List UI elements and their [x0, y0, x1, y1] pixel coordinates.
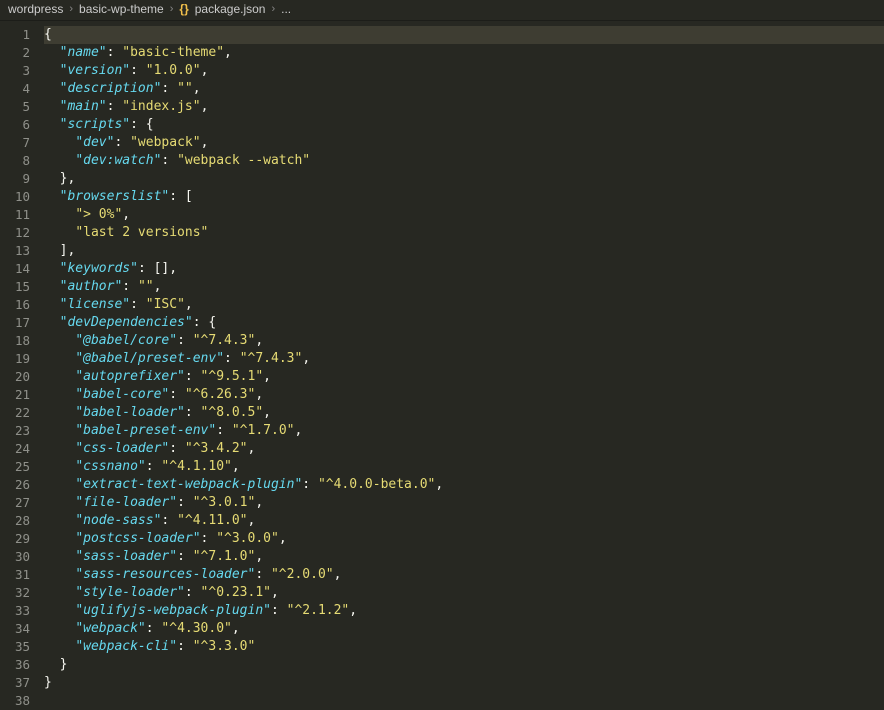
- line-number: 24: [6, 440, 30, 458]
- code-line[interactable]: "@babel/core": "^7.4.3",: [44, 332, 884, 350]
- code-line[interactable]: {: [44, 26, 884, 44]
- code-line[interactable]: "main": "index.js",: [44, 98, 884, 116]
- line-number: 23: [6, 422, 30, 440]
- line-number: 3: [6, 62, 30, 80]
- code-line[interactable]: "sass-resources-loader": "^2.0.0",: [44, 566, 884, 584]
- code-line[interactable]: "node-sass": "^4.11.0",: [44, 512, 884, 530]
- line-number-gutter: 1234567891011121314151617181920212223242…: [0, 21, 40, 707]
- code-line[interactable]: "file-loader": "^3.0.1",: [44, 494, 884, 512]
- code-line[interactable]: "> 0%",: [44, 206, 884, 224]
- code-line[interactable]: "webpack-cli": "^3.3.0": [44, 638, 884, 656]
- code-line[interactable]: "uglifyjs-webpack-plugin": "^2.1.2",: [44, 602, 884, 620]
- chevron-right-icon: ›: [271, 3, 275, 15]
- line-number: 36: [6, 656, 30, 674]
- code-line[interactable]: "postcss-loader": "^3.0.0",: [44, 530, 884, 548]
- line-number: 16: [6, 296, 30, 314]
- line-number: 4: [6, 80, 30, 98]
- line-number: 33: [6, 602, 30, 620]
- line-number: 6: [6, 116, 30, 134]
- code-line[interactable]: "keywords": [],: [44, 260, 884, 278]
- line-number: 27: [6, 494, 30, 512]
- line-number: 29: [6, 530, 30, 548]
- code-line[interactable]: "dev:watch": "webpack --watch": [44, 152, 884, 170]
- line-number: 11: [6, 206, 30, 224]
- code-line[interactable]: "browserslist": [: [44, 188, 884, 206]
- code-line[interactable]: "devDependencies": {: [44, 314, 884, 332]
- line-number: 25: [6, 458, 30, 476]
- line-number: 13: [6, 242, 30, 260]
- crumb-file[interactable]: package.json: [195, 2, 266, 16]
- code-line[interactable]: "cssnano": "^4.1.10",: [44, 458, 884, 476]
- line-number: 35: [6, 638, 30, 656]
- code-line[interactable]: ],: [44, 242, 884, 260]
- line-number: 8: [6, 152, 30, 170]
- code-line[interactable]: "dev": "webpack",: [44, 134, 884, 152]
- crumb-folder[interactable]: basic-wp-theme: [79, 2, 164, 16]
- line-number: 5: [6, 98, 30, 116]
- line-number: 2: [6, 44, 30, 62]
- line-number: 28: [6, 512, 30, 530]
- line-number: 31: [6, 566, 30, 584]
- code-line[interactable]: "sass-loader": "^7.1.0",: [44, 548, 884, 566]
- chevron-right-icon: ›: [170, 3, 174, 15]
- line-number: 20: [6, 368, 30, 386]
- code-line[interactable]: "babel-preset-env": "^1.7.0",: [44, 422, 884, 440]
- line-number: 38: [6, 692, 30, 710]
- line-number: 1: [6, 26, 30, 44]
- code-line[interactable]: "autoprefixer": "^9.5.1",: [44, 368, 884, 386]
- line-number: 7: [6, 134, 30, 152]
- line-number: 10: [6, 188, 30, 206]
- line-number: 17: [6, 314, 30, 332]
- line-number: 12: [6, 224, 30, 242]
- code-line[interactable]: "license": "ISC",: [44, 296, 884, 314]
- code-line[interactable]: "author": "",: [44, 278, 884, 296]
- code-line[interactable]: "extract-text-webpack-plugin": "^4.0.0-b…: [44, 476, 884, 494]
- line-number: 32: [6, 584, 30, 602]
- code-line[interactable]: [44, 692, 884, 707]
- code-area[interactable]: { "name": "basic-theme", "version": "1.0…: [40, 21, 884, 707]
- code-line[interactable]: "css-loader": "^3.4.2",: [44, 440, 884, 458]
- line-number: 26: [6, 476, 30, 494]
- code-line[interactable]: "@babel/preset-env": "^7.4.3",: [44, 350, 884, 368]
- breadcrumb[interactable]: wordpress › basic-wp-theme › {} package.…: [0, 0, 884, 21]
- code-line[interactable]: "webpack": "^4.30.0",: [44, 620, 884, 638]
- line-number: 15: [6, 278, 30, 296]
- line-number: 19: [6, 350, 30, 368]
- editor[interactable]: 1234567891011121314151617181920212223242…: [0, 21, 884, 707]
- line-number: 18: [6, 332, 30, 350]
- code-line[interactable]: "babel-loader": "^8.0.5",: [44, 404, 884, 422]
- code-line[interactable]: },: [44, 170, 884, 188]
- chevron-right-icon: ›: [69, 3, 73, 15]
- line-number: 9: [6, 170, 30, 188]
- code-line[interactable]: "last 2 versions": [44, 224, 884, 242]
- json-file-icon: {}: [179, 2, 188, 16]
- crumb-root[interactable]: wordpress: [8, 2, 63, 16]
- line-number: 37: [6, 674, 30, 692]
- line-number: 34: [6, 620, 30, 638]
- code-line[interactable]: }: [44, 656, 884, 674]
- crumb-more[interactable]: ...: [281, 2, 291, 16]
- code-line[interactable]: }: [44, 674, 884, 692]
- code-line[interactable]: "babel-core": "^6.26.3",: [44, 386, 884, 404]
- line-number: 30: [6, 548, 30, 566]
- line-number: 22: [6, 404, 30, 422]
- code-line[interactable]: "scripts": {: [44, 116, 884, 134]
- code-line[interactable]: "description": "",: [44, 80, 884, 98]
- line-number: 14: [6, 260, 30, 278]
- code-line[interactable]: "name": "basic-theme",: [44, 44, 884, 62]
- code-line[interactable]: "style-loader": "^0.23.1",: [44, 584, 884, 602]
- line-number: 21: [6, 386, 30, 404]
- code-line[interactable]: "version": "1.0.0",: [44, 62, 884, 80]
